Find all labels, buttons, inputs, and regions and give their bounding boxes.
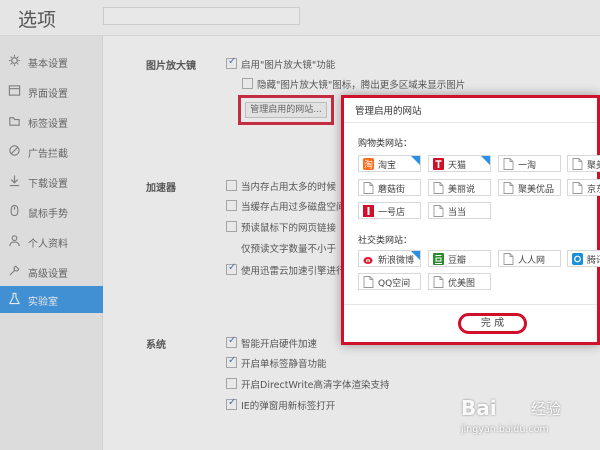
tencent-icon: [572, 253, 583, 265]
site-tmall[interactable]: 天猫: [428, 155, 491, 172]
page-icon: [433, 205, 444, 217]
page-icon: [503, 158, 514, 170]
site-douban[interactable]: 豆瓣: [428, 250, 491, 267]
site-renren[interactable]: 人人网: [498, 250, 561, 267]
page-icon: [433, 276, 444, 288]
douban-icon: [433, 253, 444, 265]
enabled-marker: [411, 251, 420, 260]
taobao-icon: 淘: [363, 158, 374, 170]
done-button[interactable]: 完 成: [458, 313, 527, 334]
yhd-icon: [363, 205, 374, 217]
page-icon: [503, 182, 514, 194]
site-weibo[interactable]: 新浪微博: [358, 250, 421, 267]
baidu-jingyan-watermark: Bai 经验 jingyan.baidu.com: [455, 392, 600, 442]
social-group-title: 社交类网站：: [358, 236, 413, 246]
site-etao[interactable]: 一淘: [498, 155, 561, 172]
watermark-url: jingyan.baidu.com: [461, 424, 549, 435]
page-icon: [572, 182, 583, 194]
site-yhd[interactable]: 一号店: [358, 202, 421, 219]
site-taobao[interactable]: 淘 淘宝: [358, 155, 421, 172]
site-qzone[interactable]: QQ空间: [358, 273, 421, 290]
site-mogujie[interactable]: 蘑菇街: [358, 179, 421, 196]
dialog-title: 管理启用的网站: [355, 106, 422, 117]
site-jumeiyoupin[interactable]: 聚美优品: [498, 179, 561, 196]
weibo-icon: [363, 257, 373, 264]
shopping-group-title: 购物类网站：: [358, 139, 413, 149]
watermark-text: 经验: [531, 400, 562, 418]
page-icon: [572, 158, 583, 170]
svg-text:淘: 淘: [364, 159, 373, 171]
site-dangdang[interactable]: 当当: [428, 202, 491, 219]
site-jumei[interactable]: 聚美: [567, 155, 600, 172]
page-icon: [433, 182, 444, 194]
page-icon: [363, 276, 374, 288]
site-youmeitu[interactable]: 优美图: [428, 273, 491, 290]
site-tencent[interactable]: 腾讯: [567, 250, 600, 267]
divider: [344, 122, 597, 123]
enabled-marker: [411, 156, 420, 165]
page-icon: [503, 253, 514, 265]
baidu-logo: Bai: [461, 396, 497, 420]
divider: [344, 304, 597, 305]
page-icon: [363, 182, 374, 194]
tmall-icon: [433, 158, 444, 170]
enabled-marker: [481, 156, 490, 165]
manage-sites-dialog: 管理启用的网站 购物类网站： 淘 淘宝 天猫 一淘 聚美 蘑菇街 美丽说 聚美优…: [341, 95, 600, 345]
site-meilishuo[interactable]: 美丽说: [428, 179, 491, 196]
site-jd[interactable]: 京东商: [567, 179, 600, 196]
